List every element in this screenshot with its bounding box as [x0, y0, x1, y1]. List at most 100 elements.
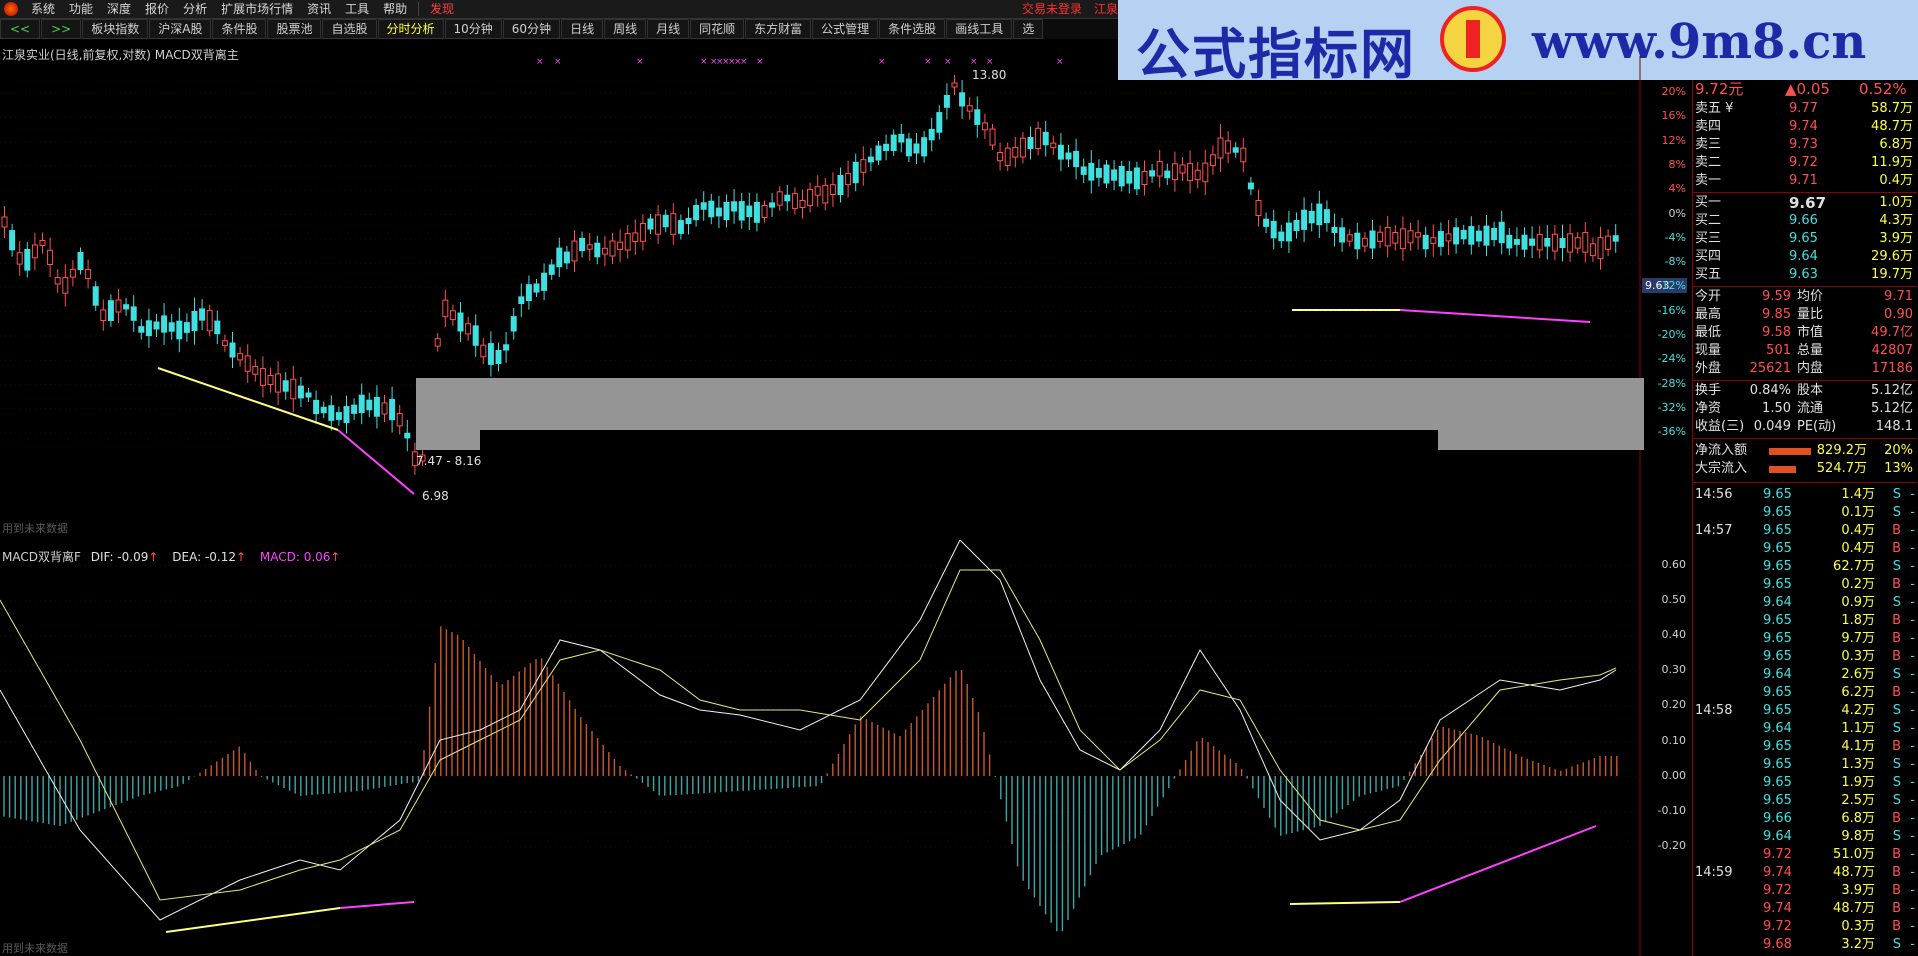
- tick-row[interactable]: 9.64 1.1万 S -: [1693, 720, 1917, 738]
- toolbar-button-sh-sz-a[interactable]: 沪深A股: [149, 19, 212, 39]
- tick-side: S: [1892, 829, 1901, 844]
- stat-label: 外盘: [1695, 361, 1722, 376]
- bid-row[interactable]: 买一 9.67 1.0万: [1693, 194, 1917, 212]
- tick-row[interactable]: 9.72 0.3万 B -: [1693, 918, 1917, 936]
- signal-mark: ×: [924, 57, 932, 67]
- tick-row[interactable]: 14:58 9.65 4.2万 S -: [1693, 702, 1917, 720]
- tick-row[interactable]: 9.65 6.2万 B -: [1693, 684, 1917, 702]
- tick-side: B: [1892, 847, 1901, 862]
- toolbar-button-60min[interactable]: 60分钟: [502, 19, 561, 39]
- toolbar-button-10min[interactable]: 10分钟: [444, 19, 502, 39]
- toolbar-button-formula-manager[interactable]: 公式管理: [812, 19, 879, 39]
- ask-label: 卖一: [1695, 173, 1722, 188]
- menu-item-analysis[interactable]: 分析: [176, 0, 214, 18]
- tick-row[interactable]: 9.66 6.8万 B -: [1693, 810, 1917, 828]
- tick-row[interactable]: 9.68 3.2万 S -: [1693, 936, 1917, 954]
- price-change-pct: 0.52%: [1859, 80, 1907, 98]
- tick-row[interactable]: 9.65 1.3万 S -: [1693, 756, 1917, 774]
- tick-row[interactable]: 9.74 48.7万 B -: [1693, 900, 1917, 918]
- tick-row[interactable]: 9.65 1.9万 S -: [1693, 774, 1917, 792]
- tick-row[interactable]: 9.65 1.8万 B -: [1693, 612, 1917, 630]
- nav-forward-button[interactable]: >>: [41, 19, 82, 39]
- toolbar-button-stock-screener[interactable]: 条件选股: [879, 19, 946, 39]
- tick-flag: -: [1910, 505, 1915, 520]
- stat-row[interactable]: 最高 9.85 量比 0.90: [1693, 306, 1917, 324]
- tick-row[interactable]: 9.72 3.9万 B -: [1693, 882, 1917, 900]
- tick-row[interactable]: 9.65 4.1万 B -: [1693, 738, 1917, 756]
- tick-row[interactable]: 9.65 0.2万 B -: [1693, 576, 1917, 594]
- stat-row[interactable]: 收益(三) 0.049 PE(动) 148.1: [1693, 418, 1917, 436]
- toolbar-button-monthly[interactable]: 月线: [647, 19, 690, 39]
- menu-item-depth[interactable]: 深度: [100, 0, 138, 18]
- toolbar-button-sector-index[interactable]: 板块指数: [82, 19, 149, 39]
- tick-row[interactable]: 9.65 0.3万 B -: [1693, 648, 1917, 666]
- tick-row[interactable]: 9.65 2.5万 S -: [1693, 792, 1917, 810]
- candle-body: [24, 249, 31, 271]
- signal-mark: ×: [756, 57, 764, 67]
- ask-row[interactable]: 卖一 9.71 0.4万: [1693, 172, 1917, 190]
- tick-row[interactable]: 9.65 9.7万 B -: [1693, 630, 1917, 648]
- stat-row[interactable]: 今开 9.59 均价 9.71: [1693, 288, 1917, 306]
- stat-row[interactable]: 最低 9.58 市值 49.7亿: [1693, 324, 1917, 342]
- tick-row[interactable]: 14:56 9.65 1.4万 S -: [1693, 486, 1917, 504]
- axis-tick-label: -8%: [1664, 255, 1686, 269]
- menu-item-tools[interactable]: 工具: [338, 0, 376, 18]
- bid-row[interactable]: 买五 9.63 19.7万: [1693, 266, 1917, 284]
- stat-row[interactable]: 现量 501 总量 42807: [1693, 342, 1917, 360]
- toolbar-button-drawing-tools[interactable]: 画线工具: [946, 19, 1013, 39]
- stat-row[interactable]: 外盘 25621 内盘 17186: [1693, 360, 1917, 378]
- menu-item-news[interactable]: 资讯: [300, 0, 338, 18]
- tick-price: 9.72: [1763, 919, 1792, 934]
- login-status-link[interactable]: 交易未登录: [1016, 0, 1088, 18]
- macd-chart[interactable]: [0, 540, 1692, 956]
- toolbar-button-stock-pool[interactable]: 股票池: [267, 19, 322, 39]
- ask-row[interactable]: 卖四 9.74 48.7万: [1693, 118, 1917, 136]
- candle-body: [282, 380, 289, 392]
- flow-row[interactable]: 大宗流入 524.7万 13%: [1693, 460, 1917, 478]
- toolbar-button-watchlist[interactable]: 自选股: [322, 19, 377, 39]
- candle-body: [313, 399, 320, 415]
- axis-tick-label: -12%: [1657, 279, 1686, 293]
- tick-time: 14:58: [1695, 703, 1733, 718]
- stat-row[interactable]: 净资 1.50 流通 5.12亿: [1693, 400, 1917, 418]
- bid-row[interactable]: 买四 9.64 29.6万: [1693, 248, 1917, 266]
- menu-item-discover[interactable]: 发现: [423, 0, 461, 18]
- nav-back-button[interactable]: <<: [0, 19, 41, 39]
- tick-row[interactable]: 9.72 51.0万 B -: [1693, 846, 1917, 864]
- menu-item-quote[interactable]: 报价: [138, 0, 176, 18]
- toolbar-button-select[interactable]: 选: [1013, 19, 1044, 39]
- bid-row[interactable]: 买二 9.66 4.3万: [1693, 212, 1917, 230]
- bid-row[interactable]: 买三 9.65 3.9万: [1693, 230, 1917, 248]
- toolbar-button-weekly[interactable]: 周线: [604, 19, 647, 39]
- tick-row[interactable]: 9.65 0.1万 S -: [1693, 504, 1917, 522]
- tick-row[interactable]: 9.65 62.7万 S -: [1693, 558, 1917, 576]
- tick-row[interactable]: 14:57 9.65 0.4万 B -: [1693, 522, 1917, 540]
- signal-mark: ×: [944, 57, 952, 67]
- toolbar-button-daily[interactable]: 日线: [561, 19, 604, 39]
- toolbar-button-ths[interactable]: 同花顺: [690, 19, 745, 39]
- tick-row[interactable]: 14:59 9.74 48.7万 B -: [1693, 864, 1917, 882]
- toolbar-button-eastmoney[interactable]: 东方财富: [745, 19, 812, 39]
- tick-row[interactable]: 9.64 2.6万 S -: [1693, 666, 1917, 684]
- menu-item-function[interactable]: 功能: [62, 0, 100, 18]
- ask-row[interactable]: 卖三 9.73 6.8万: [1693, 136, 1917, 154]
- tick-row[interactable]: 9.64 0.9万 S -: [1693, 594, 1917, 612]
- ask-row[interactable]: 卖二 9.72 11.9万: [1693, 154, 1917, 172]
- tick-flag: -: [1910, 847, 1915, 862]
- ask-row[interactable]: 卖五 ¥ 9.77 58.7万: [1693, 100, 1917, 118]
- candle-body: [928, 128, 935, 141]
- tick-price: 9.65: [1763, 577, 1792, 592]
- candle-body: [267, 375, 274, 385]
- tick-row[interactable]: 9.65 0.4万 B -: [1693, 540, 1917, 558]
- axis-tick-label: 12%: [1661, 133, 1686, 147]
- menu-item-help[interactable]: 帮助: [376, 0, 414, 18]
- stat-row[interactable]: 换手 0.84% 股本 5.12亿: [1693, 382, 1917, 400]
- menu-item-system[interactable]: 系统: [24, 0, 62, 18]
- toolbar-button-condition-stocks[interactable]: 条件股: [212, 19, 267, 39]
- flow-bar: [1769, 448, 1811, 455]
- tick-volume: 48.7万: [1833, 901, 1875, 916]
- tick-row[interactable]: 9.64 9.8万 S -: [1693, 828, 1917, 846]
- toolbar-button-intraday[interactable]: 分时分析: [377, 19, 444, 39]
- axis-tick-label: 20%: [1661, 85, 1686, 98]
- menu-item-extended-market[interactable]: 扩展市场行情: [214, 0, 300, 18]
